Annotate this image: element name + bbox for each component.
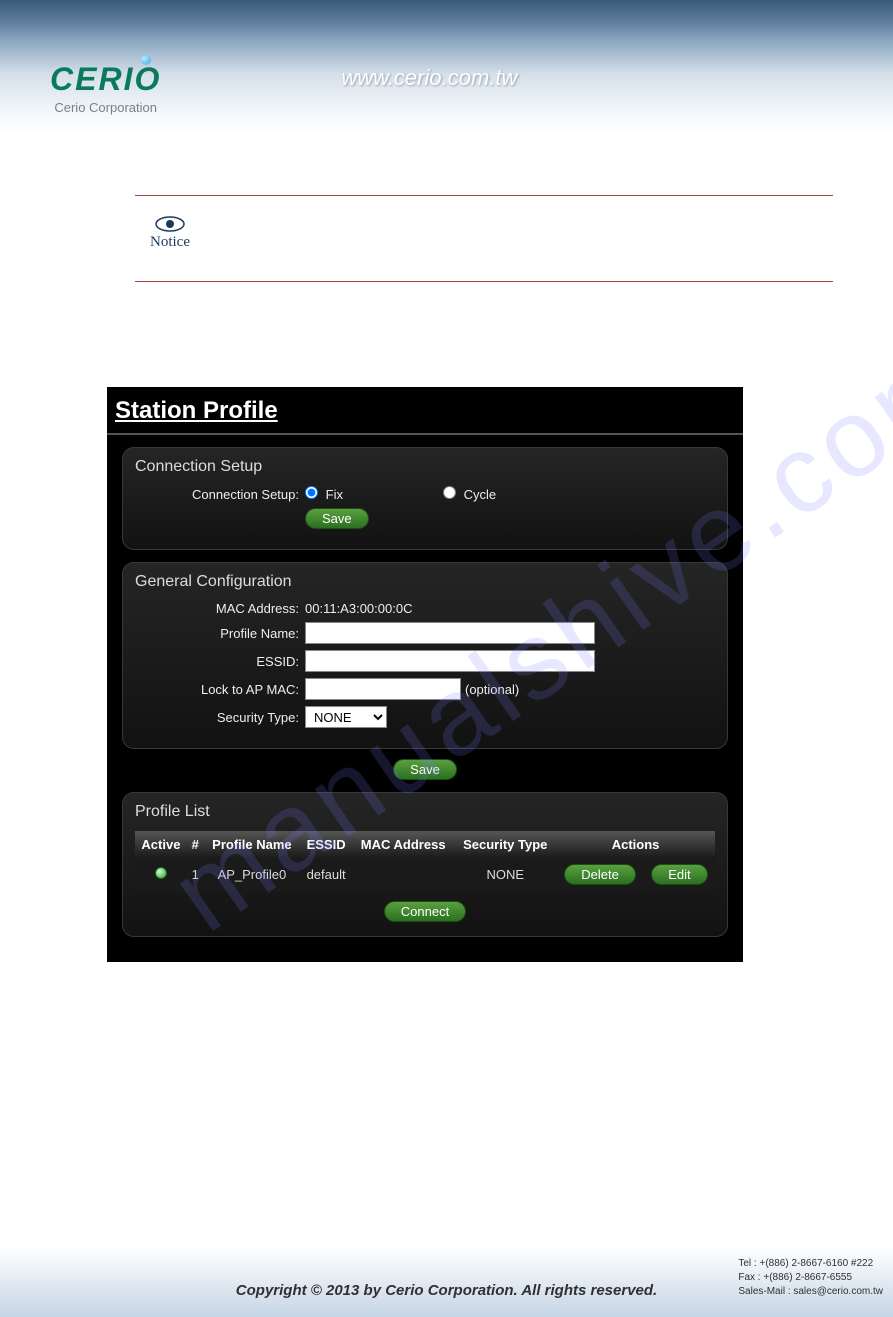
logo-text: CERIO: [50, 61, 161, 98]
radio-fix-label: Fix: [326, 487, 343, 502]
contact-info: Tel : +(886) 2-8667-6160 #222 Fax : +(88…: [738, 1257, 883, 1299]
logo-dot-icon: [141, 55, 151, 65]
profile-name-label: Profile Name:: [135, 626, 305, 641]
page-header: CERIO Cerio Corporation www.cerio.com.tw: [0, 0, 893, 135]
lock-mac-input[interactable]: [305, 678, 461, 700]
logo-subtitle: Cerio Corporation: [54, 100, 157, 115]
essid-input[interactable]: [305, 650, 595, 672]
col-actions: Actions: [556, 831, 715, 858]
general-legend: General Configuration: [135, 573, 715, 591]
notice-block: Notice: [135, 195, 833, 282]
delete-button[interactable]: Delete: [564, 864, 636, 885]
row-essid: default: [300, 858, 352, 891]
col-mac: MAC Address: [352, 831, 454, 858]
radio-fix[interactable]: [305, 486, 318, 499]
divider: [135, 281, 833, 282]
row-sec: NONE: [454, 858, 556, 891]
row-name: AP_Profile0: [204, 858, 300, 891]
essid-label: ESSID:: [135, 654, 305, 669]
active-dot-icon[interactable]: [155, 867, 167, 879]
station-profile-panel: Station Profile Connection Setup Connect…: [107, 387, 743, 962]
radio-cycle-label: Cycle: [464, 487, 497, 502]
optional-label: (optional): [465, 682, 519, 697]
col-sec: Security Type: [454, 831, 556, 858]
profile-name-input[interactable]: [305, 622, 595, 644]
edit-button[interactable]: Edit: [651, 864, 707, 885]
logo: CERIO Cerio Corporation: [50, 61, 161, 115]
col-name: Profile Name: [204, 831, 300, 858]
col-active: Active: [135, 831, 187, 858]
notice-icon: Notice: [150, 216, 190, 251]
connection-setup-group: Connection Setup Connection Setup: Fix C…: [122, 447, 728, 550]
radio-cycle[interactable]: [443, 486, 456, 499]
profile-list-group: Profile List Active # Profile Name ESSID…: [122, 792, 728, 937]
connection-legend: Connection Setup: [135, 458, 715, 476]
fax: Fax : +(886) 2-8667-6555: [738, 1271, 883, 1285]
notice-label: Notice: [150, 234, 190, 251]
connect-button[interactable]: Connect: [384, 901, 466, 922]
mac-label: MAC Address:: [135, 601, 305, 616]
profile-list-legend: Profile List: [135, 803, 715, 821]
lock-mac-label: Lock to AP MAC:: [135, 682, 305, 697]
sales-mail: Sales-Mail : sales@cerio.com.tw: [738, 1285, 883, 1299]
security-type-label: Security Type:: [135, 710, 305, 725]
tel: Tel : +(886) 2-8667-6160 #222: [738, 1257, 883, 1271]
panel-title: Station Profile: [107, 387, 743, 435]
col-essid: ESSID: [300, 831, 352, 858]
profile-table: Active # Profile Name ESSID MAC Address …: [135, 831, 715, 891]
table-row: 1 AP_Profile0 default NONE Delete Edit: [135, 858, 715, 891]
page-footer: Tel : +(886) 2-8667-6160 #222 Fax : +(88…: [0, 1247, 893, 1317]
site-url: www.cerio.com.tw: [341, 65, 517, 91]
general-config-group: General Configuration MAC Address: 00:11…: [122, 562, 728, 749]
logo-main: CERIO: [50, 61, 161, 97]
save-general-button[interactable]: Save: [393, 759, 457, 780]
eye-icon: [155, 216, 185, 232]
row-mac: [352, 858, 454, 891]
row-num: 1: [187, 858, 204, 891]
save-connection-button[interactable]: Save: [305, 508, 369, 529]
security-type-select[interactable]: NONE: [305, 706, 387, 728]
mac-value: 00:11:A3:00:00:0C: [305, 601, 412, 616]
col-num: #: [187, 831, 204, 858]
connection-setup-label: Connection Setup:: [135, 487, 305, 502]
